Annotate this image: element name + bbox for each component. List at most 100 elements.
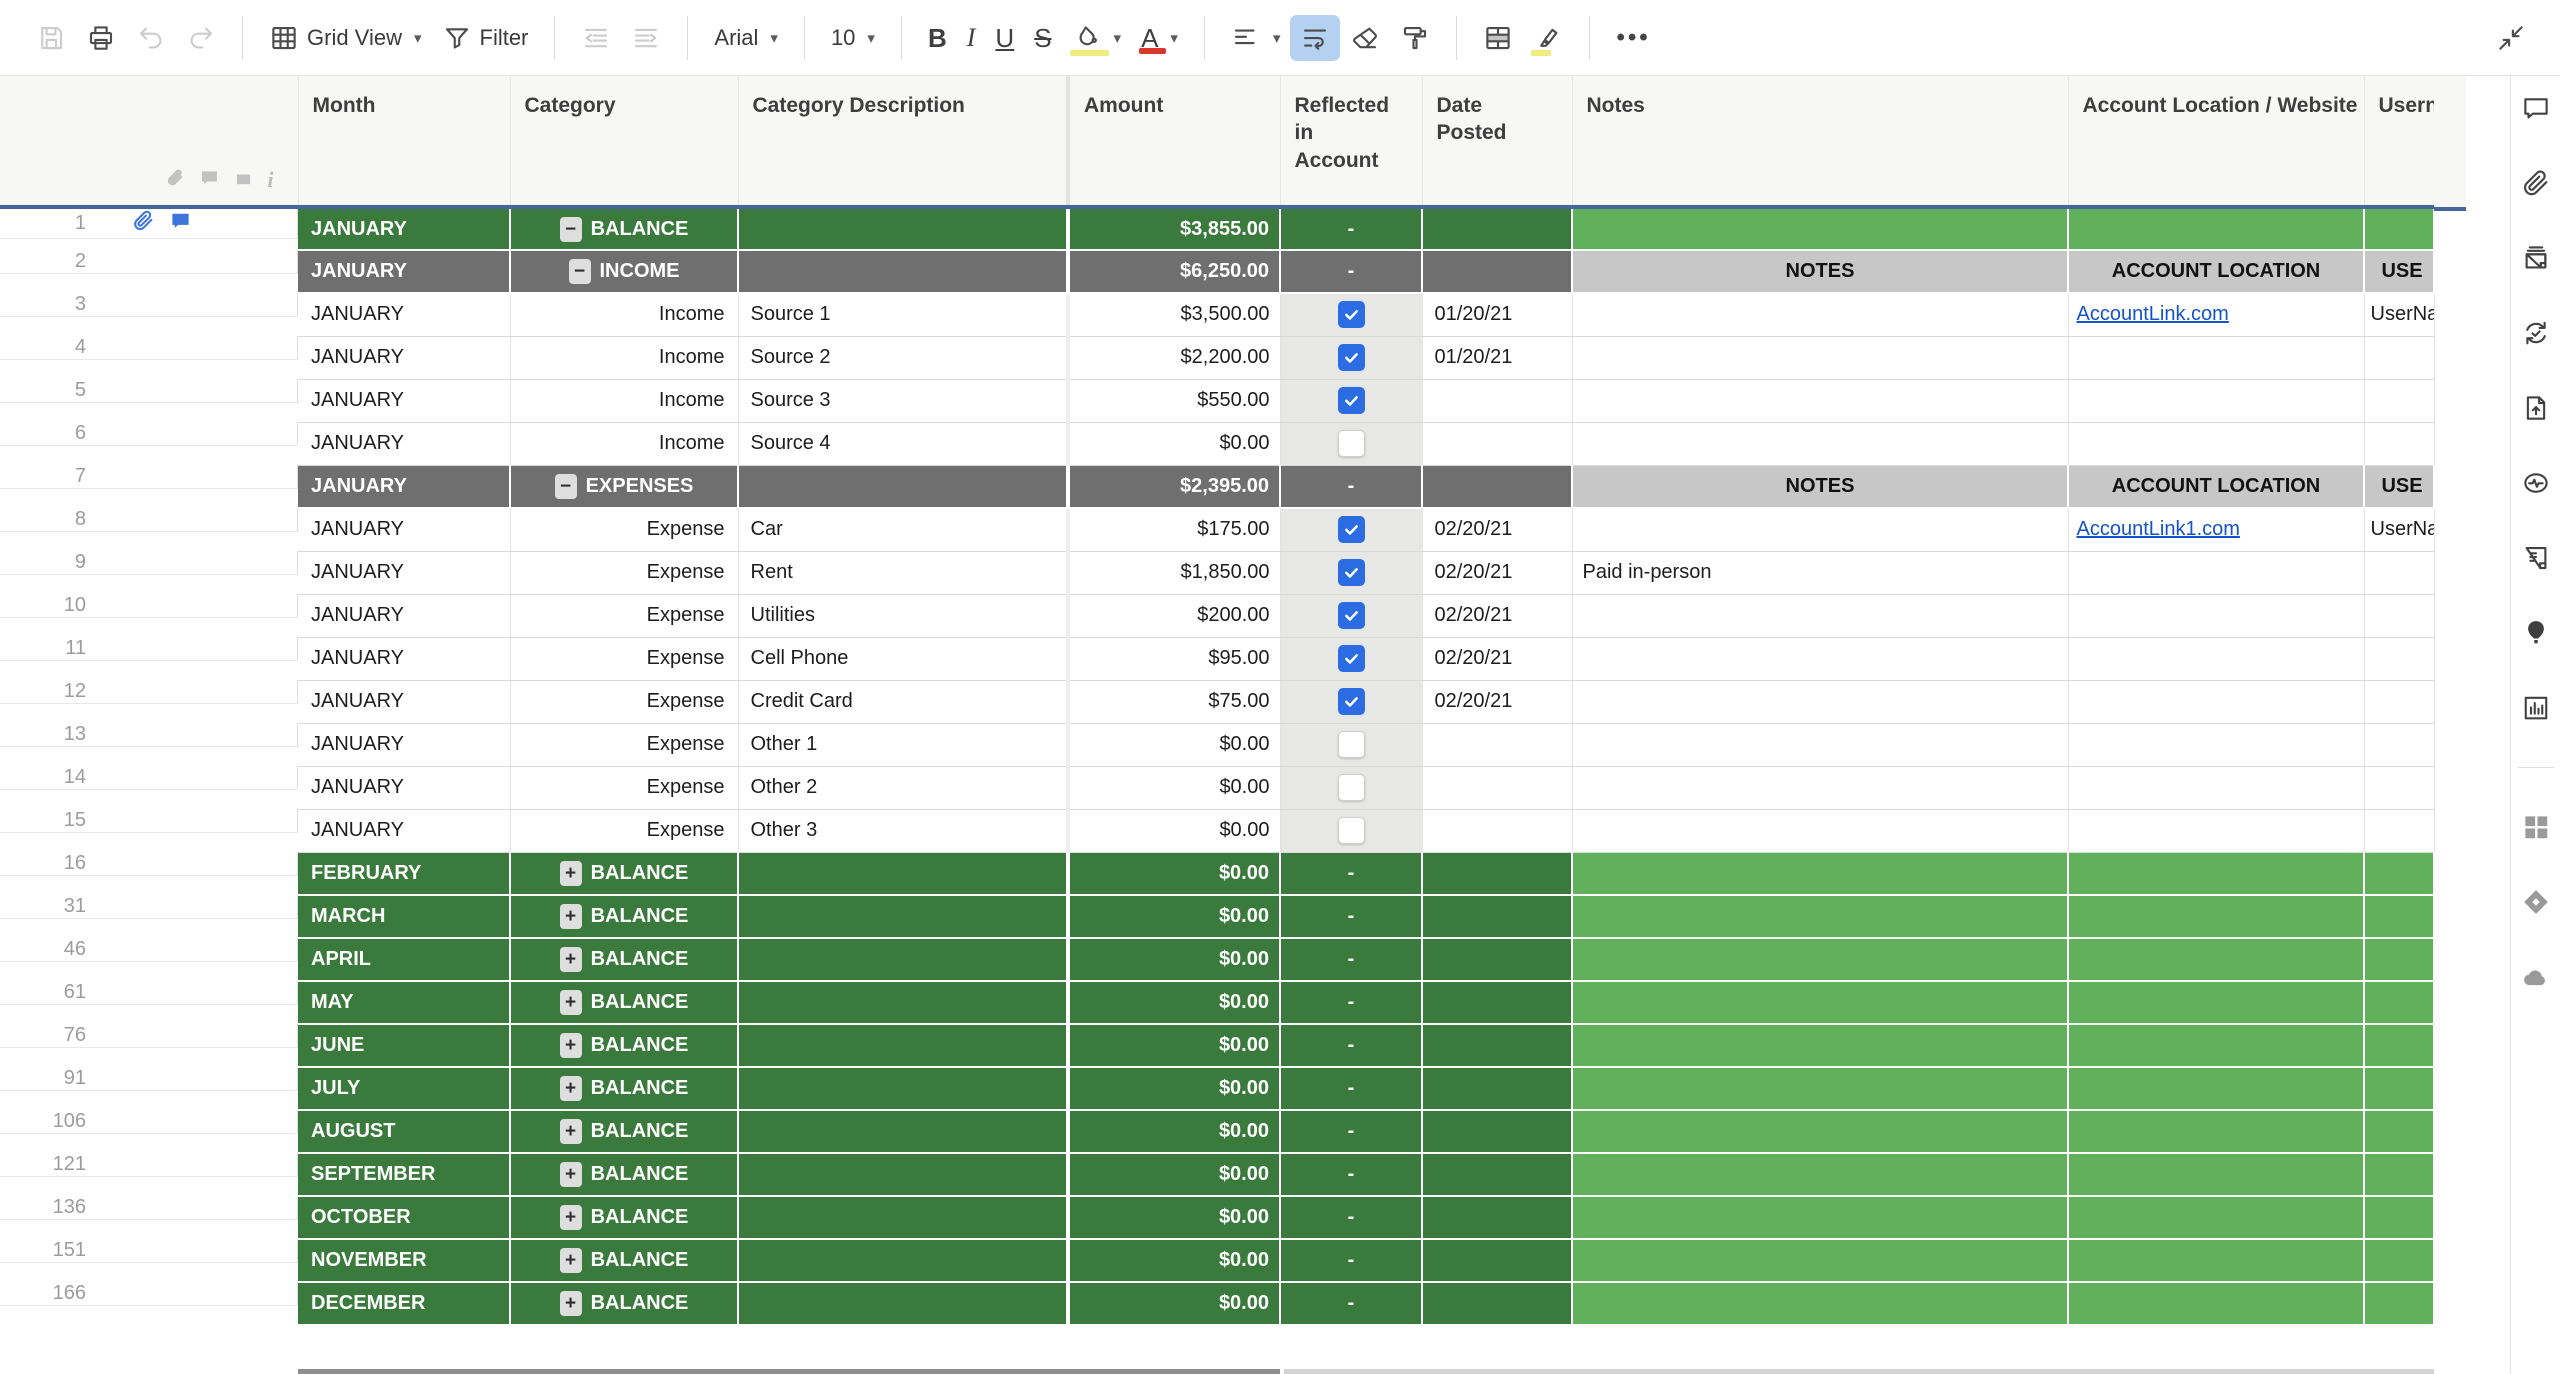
cell-account-location[interactable] <box>2068 723 2364 766</box>
cell-category[interactable]: Expense <box>510 594 738 637</box>
cell-account-location[interactable]: ACCOUNT LOCATION <box>2068 465 2364 508</box>
apps-grid-icon[interactable] <box>2520 811 2552 843</box>
cell-reflected[interactable]: - <box>1280 1110 1422 1153</box>
cell-reflected[interactable]: - <box>1280 1196 1422 1239</box>
cell-username[interactable] <box>2364 336 2434 379</box>
cell-amount[interactable]: $0.00 <box>1068 1153 1280 1196</box>
cell-date-posted[interactable] <box>1422 1153 1572 1196</box>
cell-date-posted[interactable] <box>1422 422 1572 465</box>
cell-notes[interactable] <box>1572 422 2068 465</box>
cell-notes[interactable] <box>1572 766 2068 809</box>
cell-account-location[interactable] <box>2068 336 2364 379</box>
whats-new-icon[interactable] <box>2520 617 2552 649</box>
cell-reflected[interactable] <box>1280 551 1422 594</box>
row-number-cell[interactable]: 10 <box>0 594 298 618</box>
cell-category[interactable]: Income <box>510 379 738 422</box>
cell-category[interactable]: +BALANCE <box>510 1282 738 1325</box>
cell-notes[interactable] <box>1572 637 2068 680</box>
wrap-text-button[interactable] <box>1290 15 1340 61</box>
cell-category[interactable]: +BALANCE <box>510 981 738 1024</box>
row-number-cell[interactable]: 2 <box>0 250 298 274</box>
column-header-month[interactable]: Month <box>298 76 510 207</box>
cell-account-location[interactable] <box>2068 938 2364 981</box>
bold-button[interactable]: B <box>918 17 957 59</box>
cell-account-location[interactable] <box>2068 852 2364 895</box>
cell-month[interactable]: OCTOBER <box>298 1196 510 1239</box>
filter-button[interactable]: Filter <box>432 15 539 61</box>
cell-notes[interactable] <box>1572 293 2068 336</box>
cell-description[interactable] <box>738 1110 1068 1153</box>
cell-category[interactable]: +BALANCE <box>510 1067 738 1110</box>
cell-amount[interactable]: $0.00 <box>1068 809 1280 852</box>
undo-button[interactable] <box>126 15 176 61</box>
charts-icon[interactable] <box>2520 692 2552 724</box>
row-number-cell[interactable]: 76 <box>0 1024 298 1048</box>
row-comment-icon[interactable] <box>169 209 192 238</box>
cell-username[interactable] <box>2364 1024 2434 1067</box>
cell-reflected[interactable] <box>1280 594 1422 637</box>
cell-account-location[interactable] <box>2068 680 2364 723</box>
cell-amount[interactable]: $0.00 <box>1068 1196 1280 1239</box>
cell-account-location[interactable] <box>2068 379 2364 422</box>
cell-notes[interactable] <box>1572 680 2068 723</box>
cell-date-posted[interactable] <box>1422 1067 1572 1110</box>
cell-account-location[interactable] <box>2068 637 2364 680</box>
fill-color-button[interactable]: ▾ <box>1062 15 1132 61</box>
merge-cells-button[interactable] <box>1473 15 1523 61</box>
cell-reflected[interactable]: - <box>1280 852 1422 895</box>
cell-amount[interactable]: $0.00 <box>1068 723 1280 766</box>
publish-icon[interactable] <box>2520 392 2552 424</box>
cell-notes[interactable] <box>1572 1239 2068 1282</box>
highlight-button[interactable] <box>1523 15 1573 61</box>
cell-month[interactable]: APRIL <box>298 938 510 981</box>
cell-description[interactable] <box>738 465 1068 508</box>
cell-description[interactable] <box>738 1196 1068 1239</box>
summary-icon[interactable] <box>2520 542 2552 574</box>
cell-date-posted[interactable] <box>1422 1110 1572 1153</box>
cell-reflected[interactable] <box>1280 508 1422 551</box>
outdent-button[interactable] <box>571 15 621 61</box>
cell-date-posted[interactable] <box>1422 981 1572 1024</box>
checkbox-checked[interactable] <box>1338 344 1365 371</box>
expand-toggle[interactable]: + <box>560 1033 582 1058</box>
cell-date-posted[interactable] <box>1422 1196 1572 1239</box>
cell-category[interactable]: Expense <box>510 508 738 551</box>
cell-month[interactable]: NOVEMBER <box>298 1239 510 1282</box>
cell-username[interactable] <box>2364 1067 2434 1110</box>
cell-amount[interactable]: $175.00 <box>1068 508 1280 551</box>
cell-account-location[interactable] <box>2068 207 2364 250</box>
cell-amount[interactable]: $0.00 <box>1068 1024 1280 1067</box>
cell-reflected[interactable]: - <box>1280 1153 1422 1196</box>
cell-category[interactable]: Expense <box>510 637 738 680</box>
cell-amount[interactable]: $200.00 <box>1068 594 1280 637</box>
cell-category[interactable]: −INCOME <box>510 250 738 293</box>
cell-amount[interactable]: $75.00 <box>1068 680 1280 723</box>
column-header-username[interactable]: Username <box>2364 76 2434 207</box>
expand-toggle[interactable]: + <box>560 861 582 886</box>
column-header-reflected[interactable]: Reflected in Account <box>1280 76 1422 207</box>
cell-username[interactable]: USE <box>2364 465 2434 508</box>
cell-category[interactable]: +BALANCE <box>510 852 738 895</box>
row-number-cell[interactable]: 15 <box>0 809 298 833</box>
cell-notes[interactable] <box>1572 379 2068 422</box>
cell-username[interactable] <box>2364 1196 2434 1239</box>
view-selector[interactable]: Grid View ▾ <box>259 15 432 61</box>
cell-username[interactable] <box>2364 852 2434 895</box>
cell-month[interactable]: DECEMBER <box>298 1282 510 1325</box>
clear-format-button[interactable] <box>1340 15 1390 61</box>
font-family-selector[interactable]: Arial ▾ <box>704 17 788 59</box>
cell-amount[interactable]: $6,250.00 <box>1068 250 1280 293</box>
cell-amount[interactable]: $0.00 <box>1068 938 1280 981</box>
cell-notes[interactable]: Paid in-person <box>1572 551 2068 594</box>
cell-description[interactable] <box>738 1067 1068 1110</box>
row-number-cell[interactable]: 91 <box>0 1067 298 1091</box>
row-number-cell[interactable]: 7 <box>0 465 298 489</box>
cell-notes[interactable] <box>1572 938 2068 981</box>
cell-category[interactable]: Income <box>510 336 738 379</box>
cell-description[interactable]: Other 3 <box>738 809 1068 852</box>
cell-date-posted[interactable]: 02/20/21 <box>1422 508 1572 551</box>
cell-amount[interactable]: $1,850.00 <box>1068 551 1280 594</box>
cell-month[interactable]: AUGUST <box>298 1110 510 1153</box>
cell-description[interactable] <box>738 981 1068 1024</box>
collapse-toolbar-button[interactable] <box>2486 15 2536 61</box>
